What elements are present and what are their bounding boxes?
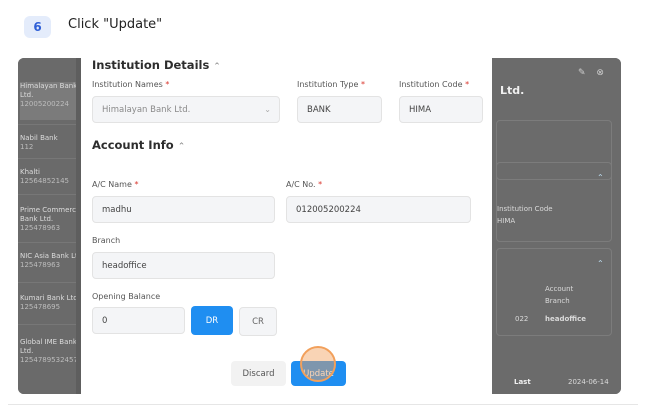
- chevron-up-icon[interactable]: ⌃: [597, 173, 604, 182]
- close-icon[interactable]: ⊗: [596, 68, 604, 78]
- list-item-name: Kumari Bank Ltd.: [20, 294, 76, 302]
- ac-name-input[interactable]: madhu: [92, 196, 275, 223]
- list-item[interactable]: Himalayan Bank Ltd. 12005200224: [20, 82, 76, 120]
- edit-account-modal: Institution Details ⌃ Institution Names *…: [81, 58, 492, 394]
- list-item-number: 12564852145: [20, 177, 69, 185]
- input-value: 012005200224: [296, 204, 361, 215]
- list-item-number: 12547895324578: [20, 356, 76, 364]
- list-item-number: 12005200224: [20, 100, 69, 108]
- divider: [18, 124, 76, 125]
- opening-balance-input[interactable]: 0: [92, 307, 185, 334]
- ac-name-label: A/C Name *: [92, 180, 138, 189]
- chevron-down-icon: ⌄: [264, 105, 271, 114]
- opening-balance-label: Opening Balance: [92, 292, 161, 301]
- institution-names-label: Institution Names *: [92, 80, 169, 89]
- panel-footer-date: 2024-06-14: [568, 378, 609, 386]
- branch-label: Branch: [92, 236, 121, 245]
- dr-toggle-button[interactable]: DR: [191, 306, 233, 335]
- divider: [18, 194, 76, 195]
- section-title: Account Info: [92, 138, 174, 152]
- institution-type-field[interactable]: BANK: [297, 96, 382, 123]
- panel-actions: ✎ ⊗: [578, 68, 604, 78]
- panel-value: headoffice: [545, 315, 586, 323]
- institution-type-label: Institution Type *: [297, 80, 365, 89]
- label-text: Institution Names: [92, 80, 163, 89]
- label-text: A/C No.: [286, 180, 316, 189]
- ac-no-input[interactable]: 012005200224: [286, 196, 471, 223]
- list-item-name: Khalti: [20, 168, 40, 176]
- panel-label: Institution Code: [497, 205, 553, 213]
- edit-icon[interactable]: ✎: [578, 68, 586, 78]
- list-item-number: 125478695: [20, 303, 61, 311]
- label-text: Institution Code: [399, 80, 463, 89]
- required-asterisk: *: [465, 80, 470, 89]
- panel-value: HIMA: [497, 217, 516, 225]
- divider: [18, 282, 76, 283]
- list-item[interactable]: Nabil Bank 112: [20, 134, 76, 152]
- institution-code-label: Institution Code *: [399, 80, 469, 89]
- list-item-name-cont: Ltd.: [20, 91, 34, 99]
- label-text: A/C Name: [92, 180, 132, 189]
- step-instruction: Click "Update": [68, 17, 163, 32]
- institution-list: Himalayan Bank Ltd. 12005200224 Nabil Ba…: [18, 58, 76, 394]
- click-highlight-marker: [300, 346, 336, 382]
- list-item-name: Nabil Bank: [20, 134, 58, 142]
- list-item[interactable]: Prime Commercial Bank Ltd. 125478963: [20, 206, 76, 233]
- chevron-up-icon[interactable]: ⌃: [597, 259, 604, 268]
- cr-toggle-button[interactable]: CR: [239, 307, 277, 336]
- list-item-number: 112: [20, 143, 34, 151]
- list-item-name: Himalayan Bank: [20, 82, 76, 90]
- required-asterisk: *: [134, 180, 139, 189]
- panel-label: Account: [545, 285, 574, 293]
- panel-title: Ltd.: [500, 84, 525, 97]
- detail-panel: ✎ ⊗ Ltd. ⌃ Institution Code HIMA ⌃ Accou…: [492, 58, 621, 394]
- input-value: 0: [102, 315, 108, 326]
- step-number-badge: 6: [24, 16, 51, 38]
- ac-no-label: A/C No. *: [286, 180, 322, 189]
- list-item-number: 125478963: [20, 224, 61, 232]
- field-value: BANK: [307, 104, 331, 115]
- required-asterisk: *: [318, 180, 323, 189]
- list-item-name: Prime Commercial: [20, 206, 76, 214]
- tutorial-step-frame: 6 Click "Update" Himalayan Bank Ltd. 120…: [0, 0, 651, 417]
- label-text: Institution Type: [297, 80, 359, 89]
- section-title: Institution Details: [92, 58, 210, 72]
- select-value: Himalayan Bank Ltd.: [102, 104, 191, 115]
- panel-value: 022: [515, 315, 529, 323]
- institution-details-header[interactable]: Institution Details ⌃: [92, 58, 221, 72]
- required-asterisk: *: [360, 80, 365, 89]
- panel-card: ⌃ Institution Code HIMA: [496, 162, 612, 242]
- list-item-number: 125478963: [20, 261, 61, 269]
- list-item-name-cont: Bank Ltd.: [20, 215, 54, 223]
- app-screenshot: Himalayan Bank Ltd. 12005200224 Nabil Ba…: [18, 58, 621, 394]
- branch-input[interactable]: headoffice: [92, 252, 275, 279]
- discard-button[interactable]: Discard: [231, 361, 286, 386]
- list-item[interactable]: Global IME Bank Ltd. 12547895324578: [20, 338, 76, 365]
- list-item-name: Global IME Bank: [20, 338, 76, 346]
- institution-names-select[interactable]: Himalayan Bank Ltd. ⌄: [92, 96, 280, 123]
- input-value: madhu: [102, 204, 132, 215]
- account-info-header[interactable]: Account Info ⌃: [92, 138, 185, 152]
- divider: [8, 404, 638, 405]
- panel-card: ⌃ Account Branch 022 headoffice: [496, 248, 612, 336]
- list-item-name-cont: Ltd.: [20, 347, 34, 355]
- chevron-up-icon: ⌃: [213, 62, 221, 72]
- list-item[interactable]: Kumari Bank Ltd. 125478695: [20, 294, 76, 312]
- divider: [18, 242, 76, 243]
- list-item[interactable]: NIC Asia Bank Ltd. 125478963: [20, 252, 76, 270]
- field-value: HIMA: [409, 104, 432, 115]
- chevron-up-icon: ⌃: [177, 142, 186, 152]
- list-item[interactable]: Khalti 12564852145: [20, 168, 76, 186]
- divider: [18, 158, 76, 159]
- input-value: headoffice: [102, 260, 147, 271]
- institution-code-field[interactable]: HIMA: [399, 96, 483, 123]
- divider: [18, 324, 76, 325]
- list-item-name: NIC Asia Bank Ltd.: [20, 252, 76, 260]
- panel-footer-label: Last: [514, 378, 531, 386]
- required-asterisk: *: [165, 80, 170, 89]
- panel-label: Branch: [545, 297, 570, 305]
